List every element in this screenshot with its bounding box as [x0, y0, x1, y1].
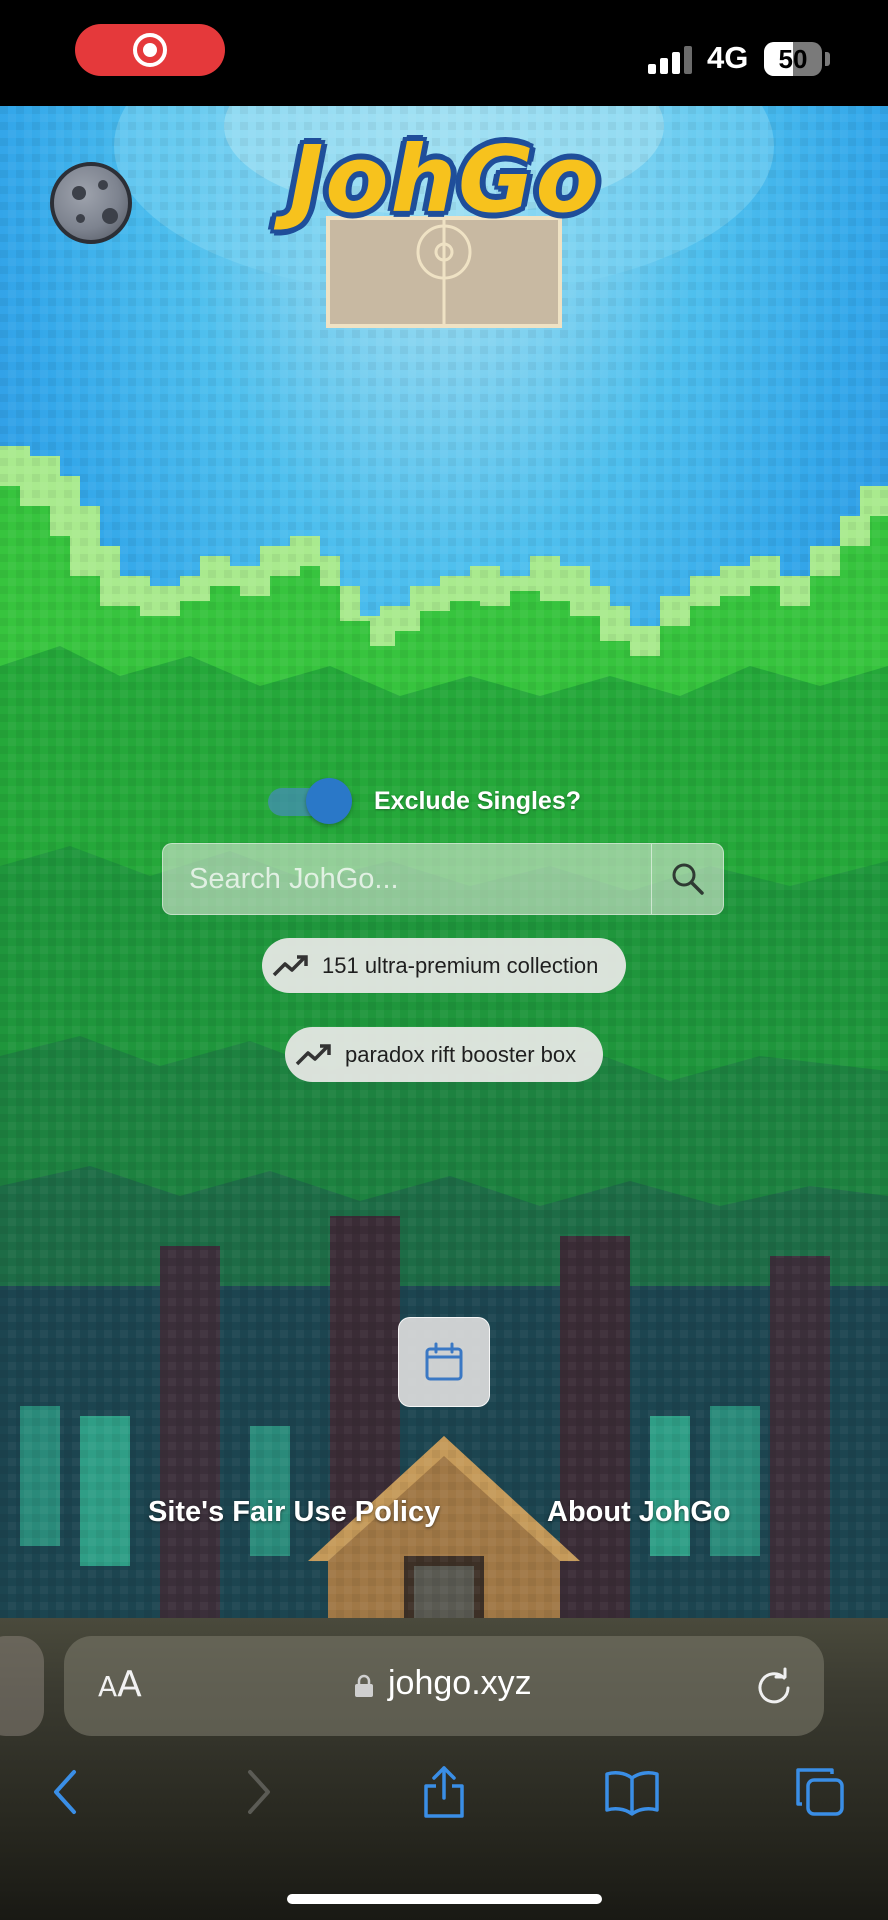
- exclude-singles-row: Exclude Singles?: [268, 778, 581, 824]
- search-button[interactable]: [651, 844, 723, 914]
- share-icon: [424, 1766, 464, 1818]
- trending-search-chip[interactable]: 151 ultra-premium collection: [262, 938, 626, 993]
- site-logo[interactable]: JohGo: [270, 134, 620, 226]
- trending-search-chip[interactable]: paradox rift booster box: [285, 1027, 603, 1082]
- bookmarks-button[interactable]: [604, 1764, 660, 1820]
- search-input[interactable]: [163, 844, 651, 914]
- back-button[interactable]: [38, 1764, 94, 1820]
- about-link[interactable]: About JohGo: [547, 1496, 731, 1529]
- battery-percent: 50: [778, 44, 808, 74]
- calendar-icon: [425, 1342, 463, 1381]
- previous-tab-preview[interactable]: [0, 1636, 44, 1736]
- fair-use-policy-link[interactable]: Site's Fair Use Policy: [148, 1496, 440, 1529]
- search-icon: [672, 863, 704, 895]
- home-indicator[interactable]: [287, 1894, 602, 1904]
- screen-recording-indicator[interactable]: [75, 24, 225, 76]
- calendar-button[interactable]: [398, 1317, 490, 1407]
- trending-up-icon: [272, 954, 308, 976]
- text-size-button[interactable]: AA: [98, 1664, 142, 1705]
- trending-chip-label: 151 ultra-premium collection: [322, 952, 599, 978]
- chevron-right-icon: [248, 1770, 270, 1814]
- status-bar: 4G 50: [0, 0, 888, 106]
- tabs-button[interactable]: [792, 1764, 848, 1820]
- battery-icon: 50: [764, 42, 822, 76]
- exclude-singles-label: Exclude Singles?: [374, 786, 582, 815]
- web-page: JohGo Exclude Singles? 151 ultra-premium…: [0, 106, 888, 1618]
- reload-icon[interactable]: [754, 1666, 794, 1706]
- tabs-icon: [796, 1768, 844, 1816]
- network-type: 4G: [707, 40, 749, 75]
- cellular-signal-icon: [648, 44, 696, 74]
- chevron-left-icon: [54, 1770, 76, 1814]
- theme-toggle-button[interactable]: [50, 162, 132, 244]
- trending-up-icon: [295, 1043, 331, 1065]
- forward-button[interactable]: [230, 1764, 286, 1820]
- browser-toolbar: AA johgo.xyz: [0, 1618, 888, 1920]
- exclude-singles-toggle[interactable]: [268, 778, 352, 824]
- book-icon: [605, 1771, 659, 1816]
- record-icon: [133, 33, 167, 67]
- search-bar: [162, 843, 724, 915]
- trending-chip-label: paradox rift booster box: [345, 1041, 577, 1067]
- share-button[interactable]: [416, 1764, 472, 1820]
- url-domain: johgo.xyz: [388, 1664, 532, 1702]
- address-bar[interactable]: AA johgo.xyz: [64, 1636, 824, 1736]
- lock-icon: [355, 1674, 373, 1697]
